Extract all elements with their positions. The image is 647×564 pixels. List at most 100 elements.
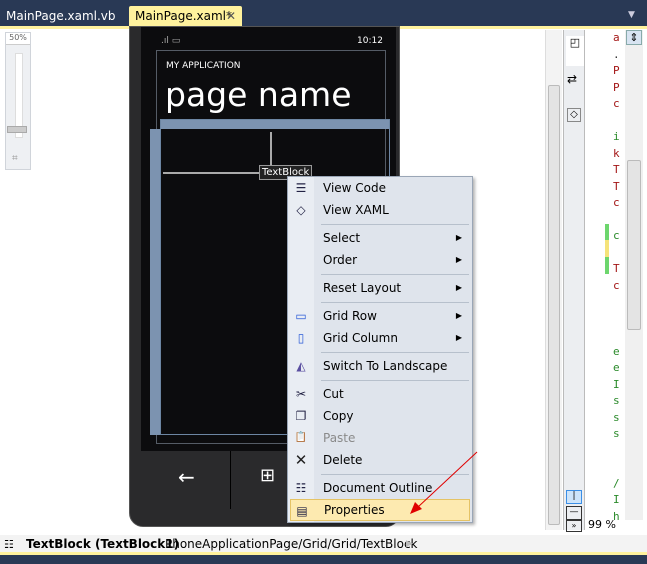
xaml-view-icon[interactable]: ◇ [567, 108, 581, 122]
divider [230, 451, 231, 509]
scrollbar-thumb[interactable] [548, 85, 560, 525]
menu-item-cut[interactable]: ✂ Cut [290, 383, 470, 405]
menu-separator [321, 224, 469, 225]
zoom-slider[interactable]: 50% ⌗ [5, 32, 31, 170]
code-line: i [613, 130, 620, 143]
zoom-value: 50% [6, 33, 30, 45]
menu-label: Copy [323, 409, 354, 423]
vertical-split-icon[interactable]: | [566, 490, 582, 504]
menu-item-switch-to-landscape[interactable]: ◭ Switch To Landscape [290, 355, 470, 377]
code-line: a [613, 31, 620, 44]
menu-label: Reset Layout [323, 281, 402, 295]
collapse-pane-icon[interactable]: » [566, 520, 582, 532]
code-line: c [613, 97, 620, 110]
code-line: c [613, 229, 620, 242]
document-outline-icon[interactable]: ☷ [4, 535, 14, 554]
swap-panes-icon[interactable]: ⇄ [567, 72, 577, 86]
breadcrumb-arrow-icon[interactable]: ▶ [406, 535, 413, 554]
view-code-icon: ☰ [295, 181, 307, 195]
menu-item-order[interactable]: Order ▶ [290, 249, 470, 271]
submenu-arrow-icon: ▶ [455, 255, 462, 264]
arrow-line [417, 451, 478, 508]
code-line: P [613, 64, 620, 77]
page-title[interactable]: page name [165, 75, 352, 115]
arrow-head [410, 502, 422, 514]
menu-label: Delete [323, 453, 363, 467]
code-vertical-scrollbar[interactable]: ⇕ [625, 30, 643, 520]
code-zoom-level[interactable]: 99 % [588, 518, 616, 531]
menu-item-view-xaml[interactable]: ◇ View XAML [290, 199, 470, 221]
selected-element[interactable]: TextBlock (TextBlock1) [26, 535, 179, 554]
zoom-thumb[interactable] [7, 126, 27, 133]
scissors-icon: ✂ [295, 387, 307, 401]
margin-top-adorner [270, 132, 272, 166]
signal-battery-icon: .ıl ▭ [161, 36, 181, 46]
margin-left-adorner [163, 172, 259, 174]
design-view-icon[interactable]: ◰ [566, 36, 584, 66]
menu-label: Properties [324, 503, 385, 517]
clock: 10:12 [357, 36, 383, 46]
code-line: c [613, 196, 620, 209]
menu-item-reset-layout[interactable]: Reset Layout ▶ [290, 277, 470, 299]
view-switcher-strip: ◰ ⇄ ◇ | — » [563, 30, 585, 532]
copy-icon: ❐ [295, 409, 307, 423]
menu-label: Switch To Landscape [323, 359, 448, 373]
code-line: c [613, 278, 620, 292]
tab-mainpage-xaml-vb[interactable]: MainPage.xaml.vb [0, 6, 122, 26]
code-line: / [613, 476, 620, 490]
grid-column-icon: ▯ [297, 331, 305, 345]
code-line: I [613, 493, 620, 506]
menu-separator [321, 302, 469, 303]
code-line: s [613, 410, 620, 424]
code-line: k [613, 146, 620, 160]
submenu-arrow-icon: ▶ [455, 233, 462, 242]
document-tab-bar: MainPage.xaml.vb MainPage.xaml* ✕ ▼ [0, 0, 647, 26]
menu-label: Cut [323, 387, 344, 401]
fit-to-screen-icon[interactable]: ⌗ [12, 153, 18, 164]
code-line: s [613, 427, 620, 440]
menu-label: Grid Row [323, 309, 377, 323]
menu-label: Order [323, 253, 358, 267]
designer-vertical-scrollbar[interactable] [545, 30, 562, 530]
menu-separator [321, 274, 469, 275]
application-title[interactable]: MY APPLICATION [166, 61, 241, 71]
submenu-arrow-icon: ▶ [455, 283, 462, 292]
scrollbar-thumb[interactable] [627, 160, 641, 330]
grid-row-icon: ▭ [295, 309, 307, 323]
menu-separator [321, 352, 469, 353]
view-xaml-icon: ◇ [296, 203, 306, 217]
grid-column-rail[interactable] [150, 129, 160, 435]
landscape-icon: ◭ [296, 359, 306, 373]
menu-label: Paste [323, 431, 356, 445]
horizontal-split-icon[interactable]: — [566, 506, 582, 520]
code-line: s [613, 394, 620, 407]
tab-dropdown-icon[interactable]: ▼ [628, 10, 635, 20]
annotation-arrow [410, 451, 478, 514]
paste-icon: 📋 [294, 432, 308, 443]
menu-item-grid-column[interactable]: ▯ Grid Column ▶ [290, 327, 470, 349]
menu-label: View Code [323, 181, 387, 195]
split-handle-icon[interactable]: ⇕ [626, 30, 642, 45]
code-line: P [613, 80, 620, 94]
windows-start-icon[interactable]: ⊞ [260, 465, 275, 486]
code-line: e [613, 344, 620, 358]
menu-item-select[interactable]: Select ▶ [290, 227, 470, 249]
menu-item-copy[interactable]: ❐ Copy [290, 405, 470, 427]
tab-label: MainPage.xaml.vb [6, 9, 116, 23]
change-marker-unsaved [605, 240, 609, 257]
back-button-icon[interactable]: ← [178, 465, 195, 489]
tab-label: MainPage.xaml* [135, 9, 232, 23]
close-icon[interactable]: ✕ [226, 6, 236, 26]
xaml-code-editor[interactable]: a. P Pc i k T Tc c Tc e e Is s s / Ih [585, 30, 625, 523]
submenu-arrow-icon: ▶ [455, 311, 462, 320]
element-breadcrumb[interactable]: PhoneApplicationPage/Grid/Grid/TextBlock [165, 535, 418, 554]
menu-item-view-code[interactable]: ☰ View Code [290, 177, 470, 199]
menu-label: Grid Column [323, 331, 398, 345]
properties-icon: ▤ [296, 504, 308, 518]
menu-separator [321, 380, 469, 381]
tab-mainpage-xaml[interactable]: MainPage.xaml* ✕ [129, 6, 242, 26]
delete-icon: ✕ [294, 451, 308, 469]
menu-label: Select [323, 231, 361, 245]
code-line: T [613, 179, 620, 193]
menu-item-grid-row[interactable]: ▭ Grid Row ▶ [290, 305, 470, 327]
